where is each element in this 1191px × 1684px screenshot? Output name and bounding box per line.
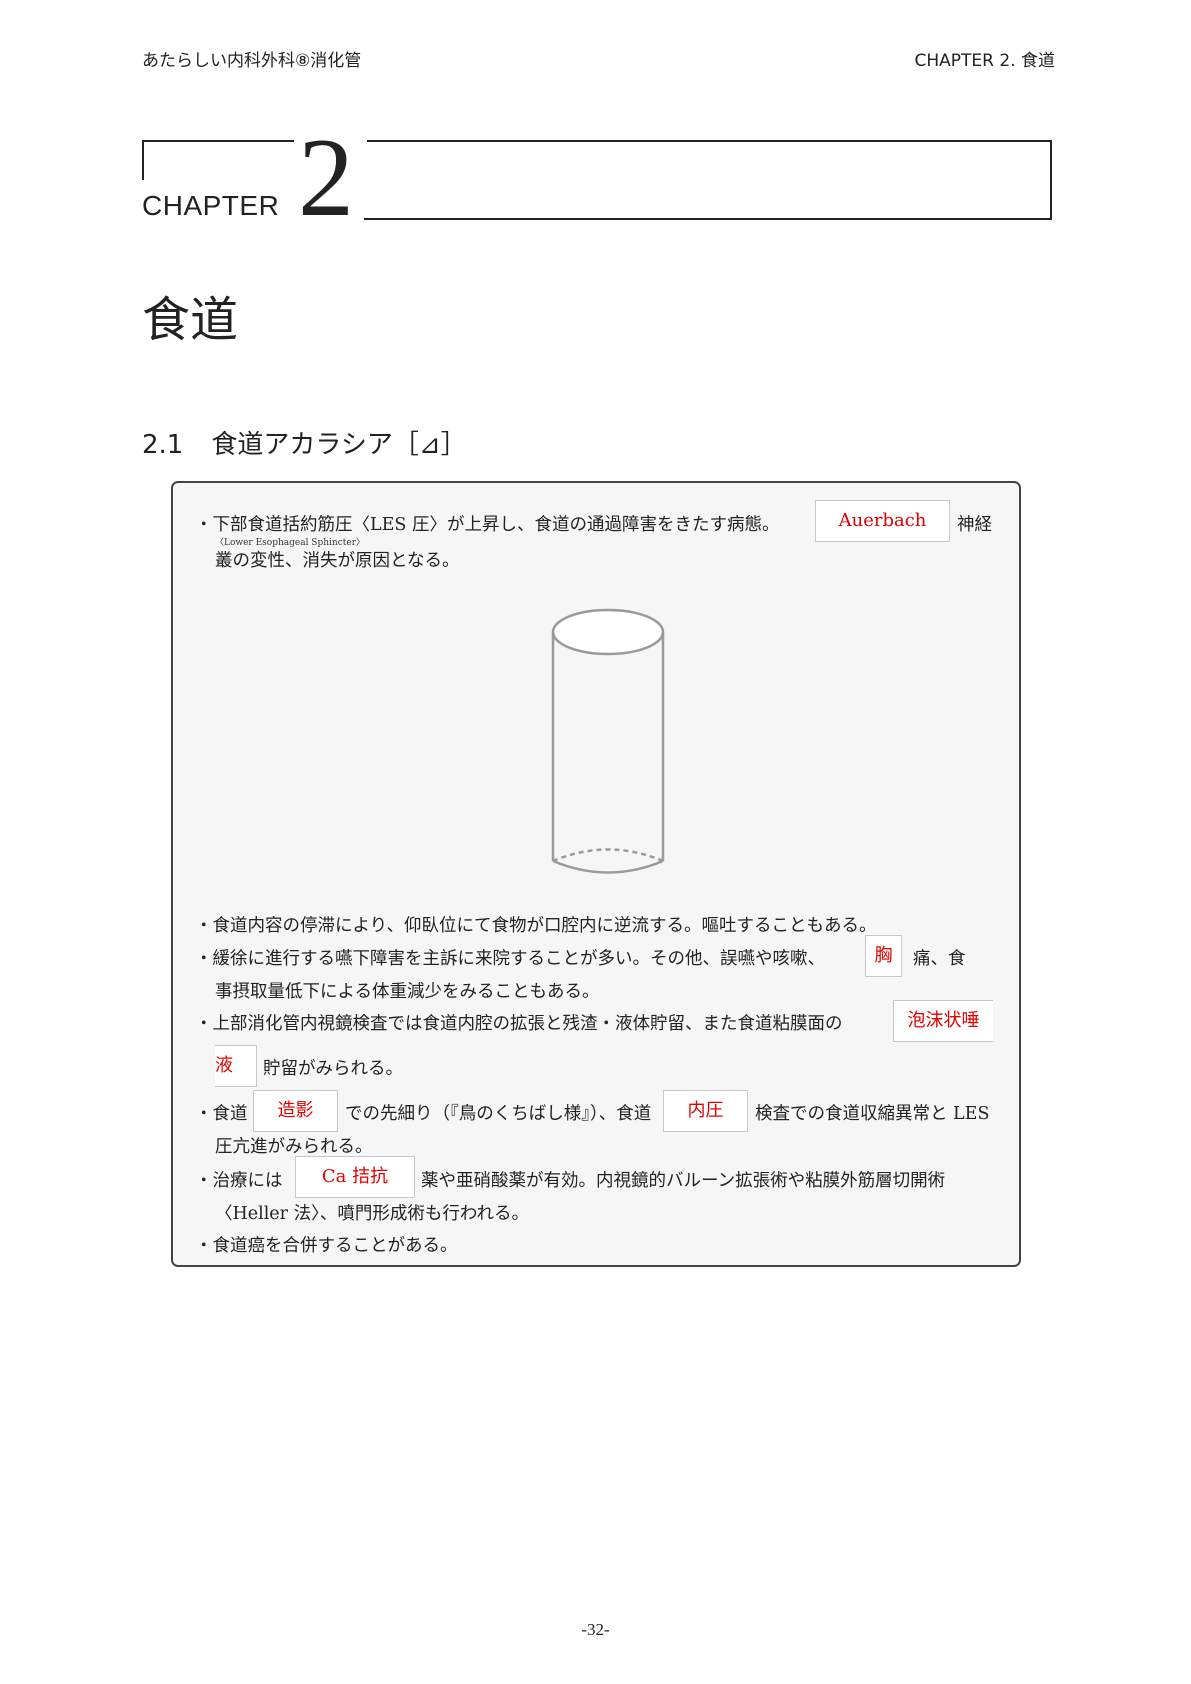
paragraph-4-line-2: 貯留がみられる。: [263, 1059, 403, 1079]
paragraph-6-line-1-end: 薬や亜硝酸薬が有効。内視鏡的バルーン拡張術や粘膜外筋層切開術: [421, 1171, 946, 1191]
chapter-frame-line: [364, 218, 1052, 220]
chapter-frame-line: [1050, 140, 1052, 219]
paragraph-2: ・食道内容の停滞により、仰臥位にて食物が口腔内に逆流する。嘔吐することもある。: [195, 916, 877, 936]
fill-in-blank-foamy-saliva-part-1[interactable]: 泡沫状唾: [893, 1000, 993, 1042]
paragraph-1-line-1: ・下部食道括約筋圧〈LES 圧〉が上昇し、食道の通過障害をきたす病態。: [195, 515, 780, 535]
chapter-heading: CHAPTER 2: [142, 122, 1052, 234]
chapter-number: 2: [298, 116, 354, 240]
chapter-frame-line: [367, 140, 1052, 142]
section-title: 2.1 食道アカラシア［⊿］: [142, 424, 467, 461]
paragraph-3-line-2: 事摂取量低下による体重減少をみることもある。: [215, 982, 600, 1002]
fill-in-blank-auerbach[interactable]: Auerbach: [815, 500, 950, 542]
paragraph-1-line-2: 叢の変性、消失が原因となる。: [215, 551, 460, 571]
paragraph-5-line-2: 圧亢進がみられる。: [215, 1137, 373, 1157]
running-header-right: CHAPTER 2. 食道: [914, 51, 1056, 71]
paragraph-3-line-1: ・緩徐に進行する嚥下障害を主訴に来院することが多い。その他、誤嚥や咳嗽、: [195, 949, 825, 969]
content-box: ・下部食道括約筋圧〈LES 圧〉が上昇し、食道の通過障害をきたす病態。 〈Low…: [171, 481, 1021, 1267]
fill-in-blank-chest[interactable]: 胸: [865, 935, 902, 977]
paragraph-4-line-1: ・上部消化管内視鏡検査では食道内腔の拡張と残渣・液体貯留、また食道粘膜面の: [195, 1014, 843, 1034]
fill-in-blank-manometry[interactable]: 内圧: [663, 1090, 748, 1132]
chapter-frame-line: [142, 140, 144, 180]
page-number: -32-: [581, 1620, 610, 1639]
chapter-label: CHAPTER: [142, 190, 280, 221]
fill-in-blank-foamy-saliva-part-2[interactable]: 液: [215, 1045, 257, 1087]
paragraph-5-line-1-middle: での先細り（『鳥のくちばし様』）、食道: [345, 1104, 652, 1124]
paragraph-5-line-1-start: ・食道: [195, 1104, 248, 1124]
esophagus-tube-figure: [551, 608, 665, 874]
fill-in-blank-ca-antagonist[interactable]: Ca 拮抗: [295, 1156, 415, 1198]
chapter-frame-line: [142, 140, 294, 142]
paragraph-6-line-2: 〈Heller 法〉、噴門形成術も行われる。: [215, 1204, 529, 1224]
chapter-title: 食道: [142, 292, 239, 348]
paragraph-6-line-1-start: ・治療には: [195, 1171, 283, 1191]
paragraph-3-line-1-end: 痛、食: [913, 949, 966, 969]
section-title-text: 食道アカラシア［⊿］: [211, 430, 467, 460]
paragraph-7: ・食道癌を合併することがある。: [195, 1236, 458, 1256]
paragraph-5-line-1-end: 検査での食道収縮異常と LES: [755, 1104, 990, 1124]
running-header-left: あたらしい内科外科⑧消化管: [142, 51, 362, 71]
fill-in-blank-contrast[interactable]: 造影: [253, 1090, 338, 1132]
section-number: 2.1: [142, 430, 184, 460]
paragraph-1-line-1-end: 神経: [957, 515, 992, 535]
